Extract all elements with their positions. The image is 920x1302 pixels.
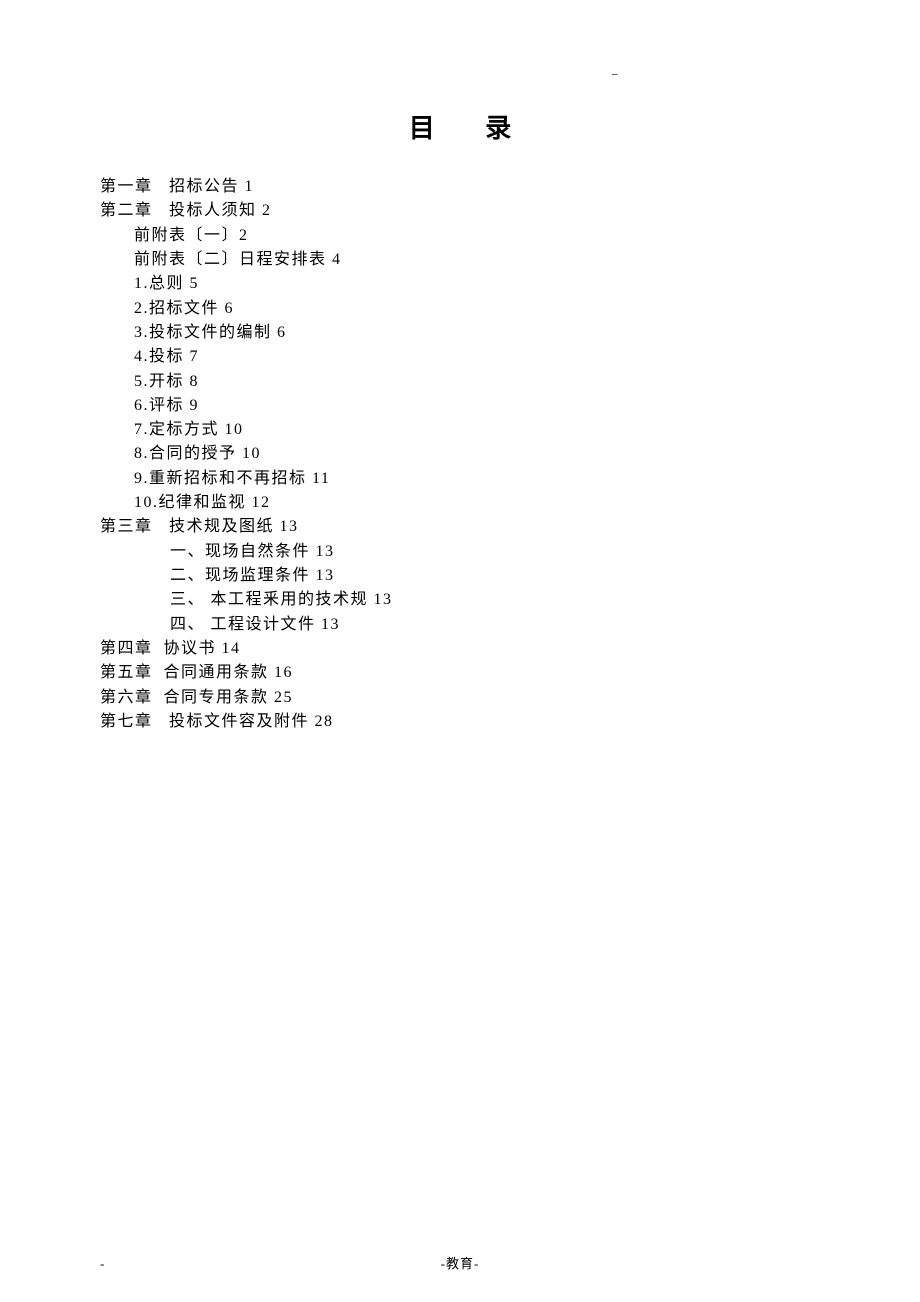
toc-entry: 第二章 投标人须知 2: [100, 199, 820, 223]
table-of-contents: 第一章 招标公告 1 第二章 投标人须知 2 前附表〔一〕2 前附表〔二〕日程安…: [100, 175, 820, 734]
toc-entry: 前附表〔一〕2: [134, 224, 820, 248]
toc-entry: 第四章 协议书 14: [100, 637, 820, 661]
toc-entry: 第五章 合同通用条款 16: [100, 661, 820, 685]
toc-entry: 9.重新招标和不再招标 11: [134, 467, 820, 491]
header-mark: --: [612, 68, 617, 80]
toc-entry: 4.投标 7: [134, 345, 820, 369]
toc-entry: 7.定标方式 10: [134, 418, 820, 442]
toc-entry: 第六章 合同专用条款 25: [100, 686, 820, 710]
toc-entry: 三、 本工程釆用的技术规 13: [170, 588, 820, 612]
toc-entry: 10.纪律和监视 12: [134, 491, 820, 515]
toc-entry: 2.招标文件 6: [134, 297, 820, 321]
toc-entry: 1.总则 5: [134, 272, 820, 296]
toc-entry: 第三章 技术规及图纸 13: [100, 515, 820, 539]
toc-entry: 一、现场自然条件 13: [170, 540, 820, 564]
toc-entry: 前附表〔二〕日程安排表 4: [134, 248, 820, 272]
toc-entry: 第七章 投标文件容及附件 28: [100, 710, 820, 734]
toc-title: 目 录: [100, 108, 820, 145]
toc-entry: 3.投标文件的编制 6: [134, 321, 820, 345]
document-page: -- 目 录 第一章 招标公告 1 第二章 投标人须知 2 前附表〔一〕2 前附…: [0, 0, 920, 774]
toc-entry: 第一章 招标公告 1: [100, 175, 820, 199]
toc-entry: 6.评标 9: [134, 394, 820, 418]
toc-entry: 四、 工程设计文件 13: [170, 613, 820, 637]
footer-text: -教育-: [0, 1253, 920, 1272]
toc-entry: 二、现场监理条件 13: [170, 564, 820, 588]
toc-entry: 5.开标 8: [134, 370, 820, 394]
toc-entry: 8.合同的授予 10: [134, 442, 820, 466]
